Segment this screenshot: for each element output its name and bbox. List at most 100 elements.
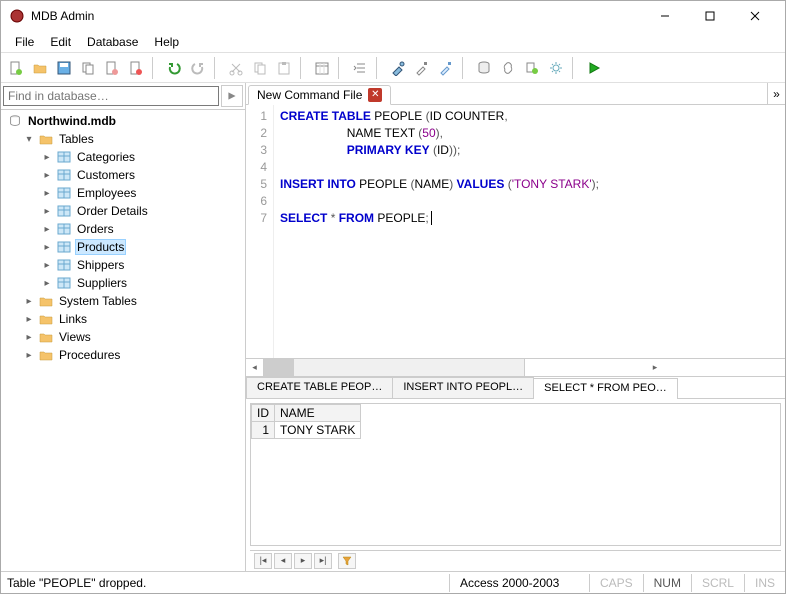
status-ins: INS — [744, 574, 785, 592]
table-label: Shippers — [75, 257, 126, 273]
copy-icon[interactable] — [77, 57, 99, 79]
maximize-button[interactable] — [687, 2, 732, 30]
scroll-right-icon[interactable]: ▸ — [524, 359, 785, 376]
chevron-right-icon[interactable]: ▸ — [41, 260, 53, 271]
table-node-orders[interactable]: ▸Orders — [1, 220, 245, 238]
copy2-icon[interactable] — [249, 57, 271, 79]
run-icon[interactable] — [583, 57, 605, 79]
chevron-right-icon[interactable]: ▸ — [23, 332, 35, 343]
toolbar-separator — [376, 57, 382, 79]
search-go-icon[interactable] — [221, 85, 243, 107]
undo-icon[interactable] — [163, 57, 185, 79]
tab-scroll-right-icon[interactable]: » — [767, 83, 785, 104]
folder-icon — [38, 131, 54, 147]
paste-icon[interactable] — [273, 57, 295, 79]
statusbar: Table "PEOPLE" dropped. Access 2000-2003… — [1, 571, 785, 593]
tree-node-links[interactable]: ▸Links — [1, 310, 245, 328]
table-node-suppliers[interactable]: ▸Suppliers — [1, 274, 245, 292]
nav-first-icon[interactable]: |◂ — [254, 553, 272, 569]
table-node-employees[interactable]: ▸Employees — [1, 184, 245, 202]
column-header[interactable]: NAME — [275, 405, 361, 422]
table-node-order-details[interactable]: ▸ Order Details — [1, 202, 245, 220]
delete-doc-icon[interactable] — [125, 57, 147, 79]
cut-icon[interactable] — [225, 57, 247, 79]
table-node-categories[interactable]: ▸ Categories — [1, 148, 245, 166]
table-node-customers[interactable]: ▸Customers — [1, 166, 245, 184]
sql-editor[interactable]: 1234567 CREATE TABLE PEOPLE (ID COUNTER,… — [246, 105, 785, 358]
tree-node-procedures[interactable]: ▸ Procedures — [1, 346, 245, 364]
result-tab[interactable]: INSERT INTO PEOPL… — [392, 377, 534, 398]
window-title: MDB Admin — [31, 9, 642, 23]
chevron-right-icon[interactable]: ▸ — [41, 224, 53, 235]
new-file-icon[interactable] — [5, 57, 27, 79]
menu-file[interactable]: File — [7, 33, 42, 51]
refresh-icon[interactable] — [521, 57, 543, 79]
status-caps: CAPS — [589, 574, 643, 592]
scroll-left-icon[interactable]: ◂ — [246, 359, 264, 376]
editor-tabbar: New Command File ✕ » — [246, 83, 785, 105]
eyedropper2-icon[interactable] — [435, 57, 457, 79]
link-icon[interactable] — [497, 57, 519, 79]
open-file-icon[interactable] — [29, 57, 51, 79]
column-header[interactable]: ID — [252, 405, 275, 422]
code-area[interactable]: CREATE TABLE PEOPLE (ID COUNTER, NAME TE… — [274, 105, 785, 358]
chevron-right-icon[interactable]: ▸ — [41, 188, 53, 199]
new-doc-icon[interactable] — [101, 57, 123, 79]
tree-node-system-tables[interactable]: ▸System Tables — [1, 292, 245, 310]
chevron-right-icon[interactable]: ▸ — [41, 242, 53, 253]
gear-icon[interactable] — [545, 57, 567, 79]
result-grid[interactable]: IDNAME1TONY STARK — [251, 404, 361, 439]
filter-icon[interactable] — [338, 553, 356, 569]
chevron-right-icon[interactable]: ▸ — [41, 278, 53, 289]
menu-edit[interactable]: Edit — [42, 33, 79, 51]
table-node-shippers[interactable]: ▸ Shippers — [1, 256, 245, 274]
close-button[interactable] — [732, 2, 777, 30]
chevron-right-icon[interactable]: ▸ — [41, 206, 53, 217]
search-row — [1, 83, 245, 110]
chevron-down-icon[interactable]: ▾ — [23, 134, 35, 145]
editor-tab[interactable]: New Command File ✕ — [248, 85, 391, 105]
chevron-right-icon[interactable]: ▸ — [41, 152, 53, 163]
chevron-right-icon[interactable]: ▸ — [23, 350, 35, 361]
scroll-thumb[interactable] — [264, 359, 294, 376]
chevron-right-icon[interactable]: ▸ — [41, 170, 53, 181]
search-input[interactable] — [3, 86, 219, 106]
date-icon[interactable] — [311, 57, 333, 79]
nav-next-icon[interactable]: ▸ — [294, 553, 312, 569]
table-icon — [56, 257, 72, 273]
app-icon — [9, 8, 25, 24]
minimize-button[interactable] — [642, 2, 687, 30]
node-label: Procedures — [57, 347, 122, 363]
tab-close-icon[interactable]: ✕ — [368, 88, 382, 102]
redo-icon[interactable] — [187, 57, 209, 79]
result-tab[interactable]: SELECT * FROM PEO… — [533, 378, 678, 399]
table-icon — [56, 221, 72, 237]
nav-prev-icon[interactable]: ◂ — [274, 553, 292, 569]
save-icon[interactable] — [53, 57, 75, 79]
db-icon[interactable] — [473, 57, 495, 79]
eyedropper-icon[interactable] — [411, 57, 433, 79]
nav-last-icon[interactable]: ▸| — [314, 553, 332, 569]
table-label: Categories — [75, 149, 137, 165]
table-label: Order Details — [75, 203, 150, 219]
folder-icon — [38, 311, 54, 327]
menu-database[interactable]: Database — [79, 33, 146, 51]
db-tree[interactable]: Northwind.mdb ▾ Tables ▸ Categories▸Custo… — [1, 110, 245, 571]
table-node-products[interactable]: ▸Products — [1, 238, 245, 256]
database-icon — [7, 113, 23, 129]
db-root-node[interactable]: Northwind.mdb — [1, 112, 245, 130]
editor-h-scrollbar[interactable]: ◂ ▸ — [246, 358, 785, 376]
tables-node[interactable]: ▾ Tables — [1, 130, 245, 148]
tool-blue-icon[interactable] — [387, 57, 409, 79]
menu-help[interactable]: Help — [146, 33, 187, 51]
indent-icon[interactable] — [349, 57, 371, 79]
chevron-right-icon[interactable]: ▸ — [23, 296, 35, 307]
status-num: NUM — [643, 574, 691, 592]
tree-node-views[interactable]: ▸Views — [1, 328, 245, 346]
status-db-version: Access 2000-2003 — [449, 574, 589, 592]
result-grid-wrap: IDNAME1TONY STARK — [250, 403, 781, 546]
scroll-track[interactable] — [264, 359, 524, 376]
table-row[interactable]: 1TONY STARK — [252, 422, 361, 439]
result-tab[interactable]: CREATE TABLE PEOP… — [246, 377, 393, 398]
chevron-right-icon[interactable]: ▸ — [23, 314, 35, 325]
